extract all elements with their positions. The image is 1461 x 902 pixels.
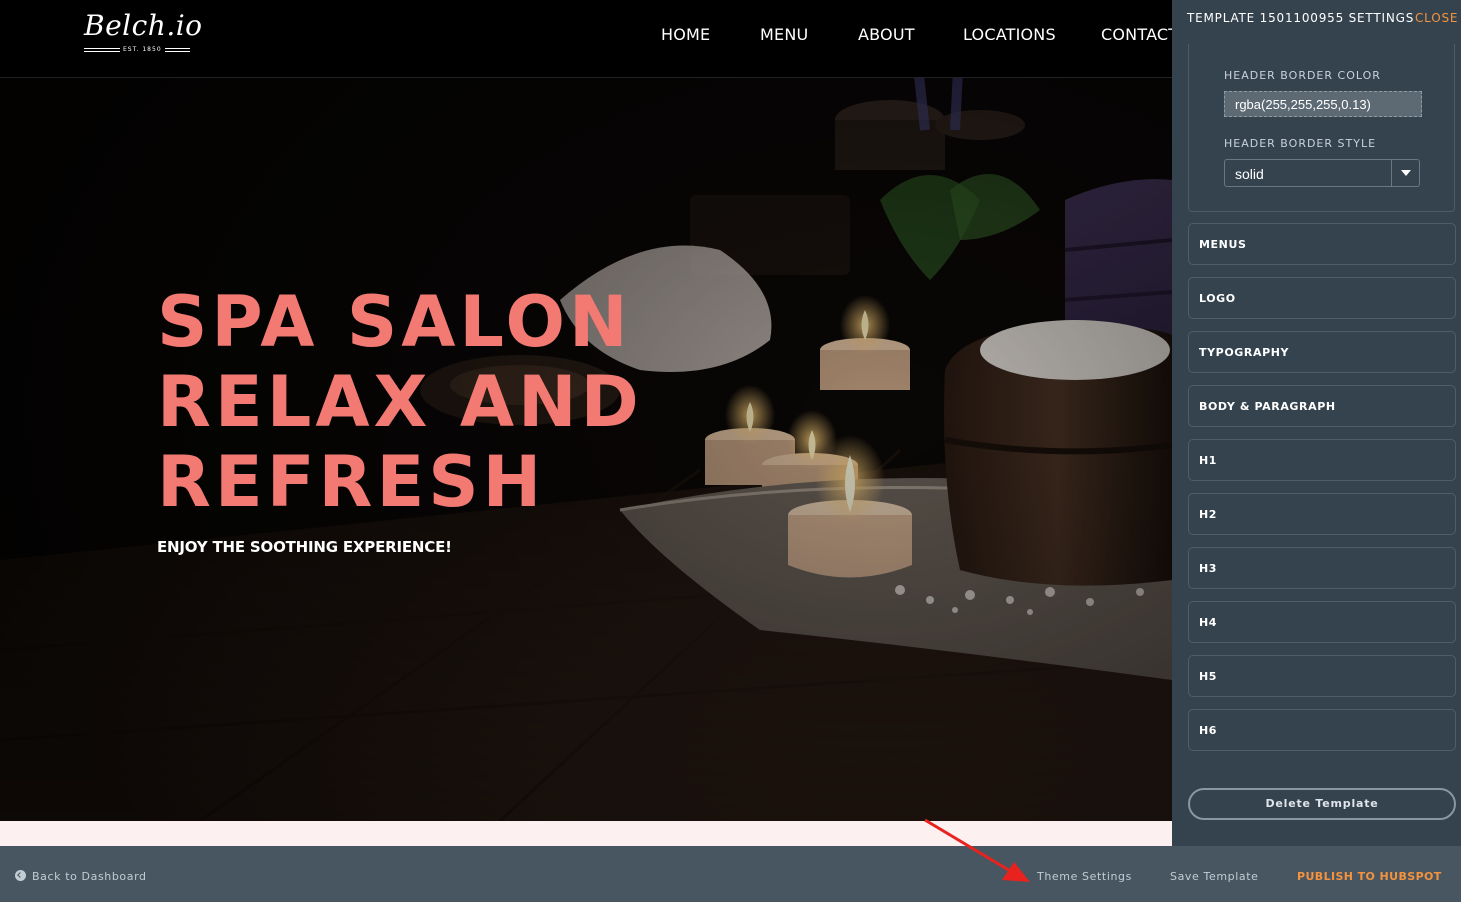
section-h4[interactable]: H4 — [1188, 601, 1456, 643]
hero-heading-line: SPA SALON — [157, 281, 632, 363]
nav-item-menu[interactable]: MENU — [760, 25, 808, 44]
nav-item-home[interactable]: HOME — [661, 25, 710, 44]
caret-down-icon — [1401, 170, 1411, 176]
header-border-color-input[interactable] — [1224, 91, 1422, 117]
nav-item-locations[interactable]: LOCATIONS — [963, 25, 1056, 44]
delete-template-button[interactable]: Delete Template — [1188, 788, 1456, 820]
hero-heading-line: REFRESH — [157, 441, 546, 523]
section-label: H3 — [1199, 562, 1218, 575]
section-h2[interactable]: H2 — [1188, 493, 1456, 535]
section-label: BODY & PARAGRAPH — [1199, 400, 1336, 413]
section-h1[interactable]: H1 — [1188, 439, 1456, 481]
section-label: H4 — [1199, 616, 1218, 629]
site-header: Belch.io EST. 1850 HOME MENU ABOUT LOCAT… — [0, 0, 1172, 78]
section-logo[interactable]: LOGO — [1188, 277, 1456, 319]
save-template-link[interactable]: Save Template — [1170, 870, 1259, 883]
section-menus[interactable]: MENUS — [1188, 223, 1456, 265]
hero-heading: SPA SALON RELAX AND REFRESH — [157, 282, 643, 522]
back-to-dashboard-label: Back to Dashboard — [32, 870, 147, 883]
section-typography[interactable]: TYPOGRAPHY — [1188, 331, 1456, 373]
section-body-paragraph[interactable]: BODY & PARAGRAPH — [1188, 385, 1456, 427]
nav-item-about[interactable]: ABOUT — [858, 25, 915, 44]
section-h3[interactable]: H3 — [1188, 547, 1456, 589]
select-value: solid — [1235, 166, 1264, 182]
panel-header: TEMPLATE 1501100955 SETTINGS CLOSE — [1172, 0, 1461, 36]
theme-settings-link[interactable]: Theme Settings — [1037, 870, 1132, 883]
section-h5[interactable]: H5 — [1188, 655, 1456, 697]
back-to-dashboard-link[interactable]: Back to Dashboard — [15, 870, 147, 883]
hero-subtitle: ENJOY THE SOOTHING EXPERIENCE! — [157, 538, 452, 556]
section-label: TYPOGRAPHY — [1199, 346, 1290, 359]
header-border-color-label: HEADER BORDER COLOR — [1224, 69, 1381, 82]
section-label: H6 — [1199, 724, 1218, 737]
close-button[interactable]: CLOSE — [1415, 11, 1458, 25]
logo-wordmark: Belch.io — [84, 9, 203, 42]
section-label: H2 — [1199, 508, 1218, 521]
publish-to-hubspot-button[interactable]: PUBLISH TO HUBSPOT — [1297, 870, 1442, 883]
hero-heading-line: RELAX AND — [157, 361, 643, 443]
template-settings-panel: TEMPLATE 1501100955 SETTINGS CLOSE HEADE… — [1172, 0, 1461, 846]
section-h6[interactable]: H6 — [1188, 709, 1456, 751]
site-logo[interactable]: Belch.io EST. 1850 — [84, 9, 203, 56]
logo-est-tagline: EST. 1850 — [120, 46, 165, 53]
header-border-style-select[interactable]: solid — [1224, 159, 1420, 187]
section-label: LOGO — [1199, 292, 1236, 305]
section-label: H5 — [1199, 670, 1218, 683]
editor-bottom-bar: Back to Dashboard Theme Settings Save Te… — [0, 846, 1461, 902]
circle-arrow-left-icon — [15, 870, 26, 881]
site-preview: Belch.io EST. 1850 HOME MENU ABOUT LOCAT… — [0, 0, 1172, 846]
section-label: H1 — [1199, 454, 1218, 467]
section-label: MENUS — [1199, 238, 1247, 251]
delete-template-label: Delete Template — [1265, 797, 1379, 810]
content-strip — [0, 821, 1172, 846]
select-toggle[interactable] — [1391, 160, 1419, 186]
nav-item-contact[interactable]: CONTACT — [1101, 25, 1172, 44]
header-border-style-label: HEADER BORDER STYLE — [1224, 137, 1377, 150]
panel-title: TEMPLATE 1501100955 SETTINGS — [1187, 11, 1415, 25]
